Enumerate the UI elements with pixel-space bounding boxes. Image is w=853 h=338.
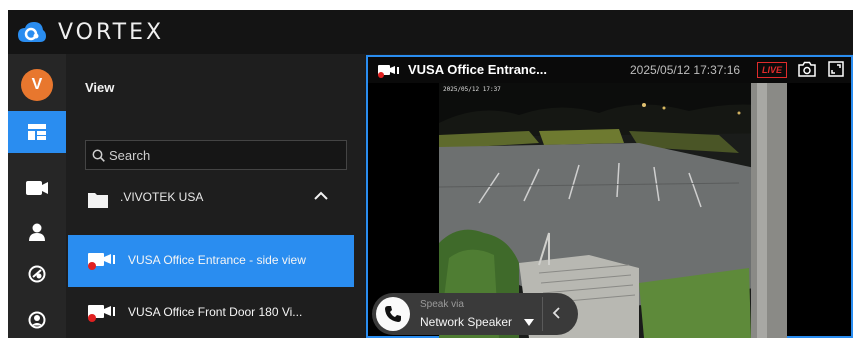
fullscreen-icon[interactable] xyxy=(828,61,844,77)
speak-via-label: Speak via xyxy=(420,299,464,310)
folder-row[interactable]: .VIVOTEK USA xyxy=(66,180,365,218)
layout-icon xyxy=(28,124,46,140)
chevron-left-icon[interactable] xyxy=(552,307,560,319)
user-avatar[interactable]: V xyxy=(21,69,53,101)
camera-icon xyxy=(26,181,48,195)
sidebar-title: View xyxy=(85,80,115,95)
talk-button[interactable] xyxy=(376,297,410,331)
phone-icon xyxy=(385,306,401,322)
map-pin-icon xyxy=(28,265,46,283)
nav-rail: V xyxy=(8,54,66,338)
search-icon xyxy=(92,149,105,162)
camera-list-item[interactable]: VUSA Office Front Door 180 Vi... xyxy=(68,287,354,338)
speaker-select[interactable]: Network Speaker xyxy=(420,315,512,329)
camera-offline-icon xyxy=(378,65,399,78)
divider xyxy=(542,297,543,331)
caret-down-icon[interactable] xyxy=(524,319,534,327)
chevron-up-icon[interactable] xyxy=(314,191,328,201)
nav-map-button[interactable] xyxy=(8,253,66,295)
video-title: VUSA Office Entranc... xyxy=(408,62,547,77)
folder-label: .VIVOTEK USA xyxy=(120,190,204,204)
vortex-wordmark: VORTEX xyxy=(58,20,165,45)
video-osd-timestamp: 2025/05/12 17:37 xyxy=(443,86,501,93)
camera-offline-icon xyxy=(88,253,115,270)
nav-cameras-button[interactable] xyxy=(8,167,66,209)
vortex-app: VORTEX V View Search .VIVOTEK USA VUSA O… xyxy=(8,10,853,338)
snapshot-icon[interactable] xyxy=(798,61,816,77)
top-bar: VORTEX xyxy=(8,10,853,54)
camera-list-label: VUSA Office Front Door 180 Vi... xyxy=(128,305,303,319)
nav-view-button[interactable] xyxy=(8,111,66,153)
account-circle-icon xyxy=(28,311,46,329)
camera-list-item[interactable]: VUSA Office Entrance - side view xyxy=(68,235,354,287)
view-sidebar: View Search .VIVOTEK USA VUSA Office Ent… xyxy=(66,54,365,338)
camera-list-label: VUSA Office Entrance - side view xyxy=(128,253,306,267)
video-tile[interactable]: VUSA Office Entranc... 2025/05/12 17:37:… xyxy=(366,55,853,338)
speak-via-control: Speak via Network Speaker xyxy=(372,293,578,335)
video-header: VUSA Office Entranc... 2025/05/12 17:37:… xyxy=(368,57,851,83)
person-icon xyxy=(29,223,45,241)
camera-offline-icon xyxy=(88,305,115,322)
search-input[interactable]: Search xyxy=(85,140,347,170)
nav-account-button[interactable] xyxy=(8,299,66,338)
nav-users-button[interactable] xyxy=(8,211,66,253)
video-timestamp: 2025/05/12 17:37:16 xyxy=(630,63,741,77)
vortex-logo-icon xyxy=(18,22,46,42)
folder-icon xyxy=(88,193,108,208)
live-badge: LIVE xyxy=(757,62,787,78)
search-placeholder: Search xyxy=(109,147,151,163)
